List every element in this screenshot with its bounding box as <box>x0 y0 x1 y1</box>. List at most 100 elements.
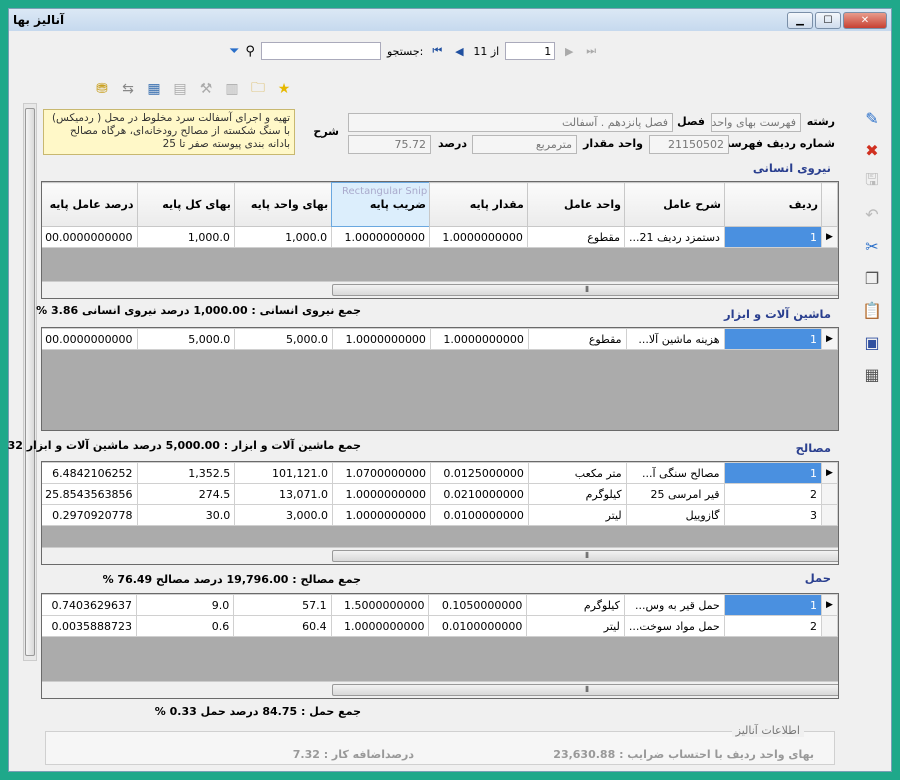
horizontal-scrollbar[interactable]: ⦀ <box>42 681 838 698</box>
document-icon[interactable]: ▤ <box>169 78 191 100</box>
cell-radif[interactable]: 1 <box>723 226 823 248</box>
horizontal-scrollbar[interactable]: ⦀ <box>42 547 838 564</box>
cell-base-amount[interactable]: 0.0210000000 <box>429 483 529 505</box>
header-unit[interactable]: واحد عامل <box>526 182 626 227</box>
tools-icon[interactable]: ⚒ <box>195 78 217 100</box>
scroll-thumb[interactable]: ⦀ <box>332 284 838 296</box>
cell-base-coef[interactable]: 1.0000000000 <box>331 226 430 248</box>
search-input[interactable] <box>260 42 381 60</box>
cell-sharh[interactable]: حمل مواد سوخت... <box>623 615 725 637</box>
horizontal-scrollbar[interactable]: ⦀ <box>42 281 838 298</box>
cell-unit-price[interactable]: 101,121.0 <box>234 462 334 484</box>
prev-record-button[interactable]: ◀ <box>451 45 467 58</box>
cell-radif[interactable]: 3 <box>723 504 823 526</box>
books-icon[interactable]: ▥ <box>221 78 243 100</box>
minimize-button[interactable]: ▁ <box>787 11 813 29</box>
cell-sharh[interactable]: حمل قیر به وس... <box>623 594 725 616</box>
cell-percent[interactable]: 25.8543563856 <box>42 483 138 505</box>
cell-percent[interactable]: 00.0000000000 <box>42 328 138 350</box>
cell-sharh[interactable]: مصالح سنگی آ... <box>625 462 725 484</box>
cell-unit-price[interactable]: 57.1 <box>233 594 332 616</box>
cell-unit[interactable]: لیتر <box>526 615 625 637</box>
cell-base-coef[interactable]: 1.0000000000 <box>332 483 431 505</box>
cell-radif[interactable]: 2 <box>723 615 823 637</box>
cell-total-price[interactable]: 30.0 <box>136 504 236 526</box>
header-unit-price[interactable]: بهای واحد پایه <box>233 182 333 227</box>
cell-radif[interactable]: 2 <box>723 483 823 505</box>
table-row[interactable]: ▶ 1 حمل قیر به وس... کیلوگرم 0.105000000… <box>42 594 838 616</box>
cell-unit-price[interactable]: 60.4 <box>233 615 332 637</box>
cell-total-price[interactable]: 274.5 <box>136 483 236 505</box>
undo-icon[interactable]: ↶ <box>859 201 885 227</box>
binoculars-icon[interactable]: ⚲ <box>245 44 255 59</box>
coins-icon[interactable]: ⛃ <box>91 78 113 100</box>
cell-total-price[interactable]: 1,000.0 <box>136 226 235 248</box>
save-icon[interactable]: 🖫 <box>859 169 885 195</box>
close-button[interactable]: ✕ <box>843 11 887 29</box>
sharh-textbox[interactable]: تهیه و اجرای آسفالت سرد مخلوط در محل ( ر… <box>43 109 295 155</box>
fasl-field[interactable]: فصل پانزدهم . آسفالت <box>348 113 673 132</box>
header-percent[interactable]: درصد عامل پایه <box>42 182 138 227</box>
cell-unit[interactable]: متر مکعب <box>527 462 627 484</box>
cell-unit-price[interactable]: 13,071.0 <box>234 483 334 505</box>
table-row[interactable]: ▶ 1 مصالح سنگی آ... متر مکعب 0.012500000… <box>42 462 838 484</box>
cell-percent[interactable]: 0.2970920778 <box>42 504 138 526</box>
cell-radif[interactable]: 1 <box>723 462 823 484</box>
last-record-button[interactable]: ⏭ <box>583 44 599 58</box>
table-row[interactable]: ▶ 1 هزینه ماشین آلا... مقطوع 1.000000000… <box>42 328 838 350</box>
cell-radif[interactable]: 1 <box>723 328 823 350</box>
scroll-thumb[interactable]: ⦀ <box>332 550 838 562</box>
cell-unit-price[interactable]: 3,000.0 <box>234 504 334 526</box>
calculator-side-icon[interactable]: ▦ <box>859 361 885 387</box>
report-icon[interactable]: ▣ <box>859 329 885 355</box>
cell-sharh[interactable]: گازوییل <box>625 504 725 526</box>
cell-base-amount[interactable]: 1.0000000000 <box>429 328 529 350</box>
cell-base-coef[interactable]: 1.5000000000 <box>330 594 430 616</box>
table-row[interactable]: 3 گازوییل لیتر 0.0100000000 1.0000000000… <box>42 504 838 526</box>
cell-base-amount[interactable]: 1.0000000000 <box>429 226 528 248</box>
table-row[interactable]: ▶ 1 دستمزد ردیف 21... مقطوع 1.0000000000… <box>42 226 838 248</box>
next-record-button[interactable]: ▶ <box>561 45 577 58</box>
vertical-scroll-thumb[interactable] <box>25 108 35 656</box>
paste-icon[interactable]: 📋 <box>859 297 885 323</box>
cell-base-amount[interactable]: 0.0100000000 <box>429 504 529 526</box>
move-icon[interactable]: ⇆ <box>117 78 139 100</box>
cell-unit-price[interactable]: 1,000.0 <box>233 226 333 248</box>
cell-sharh[interactable]: دستمزد ردیف 21... <box>624 226 725 248</box>
radif-field[interactable]: 21150502 <box>649 135 729 154</box>
reshteh-field[interactable]: فهرست بهای واحد پا <box>711 113 801 132</box>
cell-base-amount[interactable]: 0.0100000000 <box>428 615 528 637</box>
folder-icon[interactable]: 🗀 <box>247 78 269 100</box>
cell-percent[interactable]: 00.0000000000 <box>42 226 138 248</box>
cell-percent[interactable]: 0.0035888723 <box>42 615 137 637</box>
cell-radif[interactable]: 1 <box>723 594 823 616</box>
cell-total-price[interactable]: 9.0 <box>135 594 235 616</box>
cell-unit[interactable]: مقطوع <box>526 226 626 248</box>
calculator-icon[interactable]: ▦ <box>143 78 165 100</box>
delete-icon[interactable]: ✖ <box>859 137 885 163</box>
edit-icon[interactable]: ✎ <box>859 105 885 131</box>
scroll-thumb[interactable]: ⦀ <box>332 684 838 696</box>
cell-unit[interactable]: کیلوگرم <box>526 594 625 616</box>
position-input[interactable] <box>505 42 556 60</box>
header-radif[interactable]: ردیف <box>723 182 823 227</box>
cell-total-price[interactable]: 5,000.0 <box>136 328 236 350</box>
cell-sharh[interactable]: هزینه ماشین آلا... <box>625 328 725 350</box>
first-record-button[interactable]: ⏮ <box>429 44 445 58</box>
cell-unit[interactable]: مقطوع <box>527 328 627 350</box>
cell-sharh[interactable]: قیر امرسی 25 <box>625 483 725 505</box>
header-total-price[interactable]: بهای کل پایه <box>136 182 235 227</box>
table-row[interactable]: 2 قیر امرسی 25 کیلوگرم 0.0210000000 1.00… <box>42 483 838 505</box>
cell-base-coef[interactable]: 1.0000000000 <box>332 328 431 350</box>
percent-field[interactable]: 75.72 <box>348 135 431 154</box>
cell-base-coef[interactable]: 1.0000000000 <box>332 504 431 526</box>
cell-unit[interactable]: لیتر <box>527 504 627 526</box>
header-base-amount[interactable]: مقدار پایه <box>429 182 528 227</box>
unit-field[interactable]: مترمربع <box>472 135 577 154</box>
cell-base-amount[interactable]: 0.1050000000 <box>428 594 528 616</box>
copy-icon[interactable]: ❐ <box>859 265 885 291</box>
filter-icon[interactable]: ⏷ <box>229 44 239 59</box>
cell-unit-price[interactable]: 5,000.0 <box>234 328 333 350</box>
cell-percent[interactable]: 0.7403629637 <box>42 594 137 616</box>
star-icon[interactable]: ★ <box>273 78 295 100</box>
